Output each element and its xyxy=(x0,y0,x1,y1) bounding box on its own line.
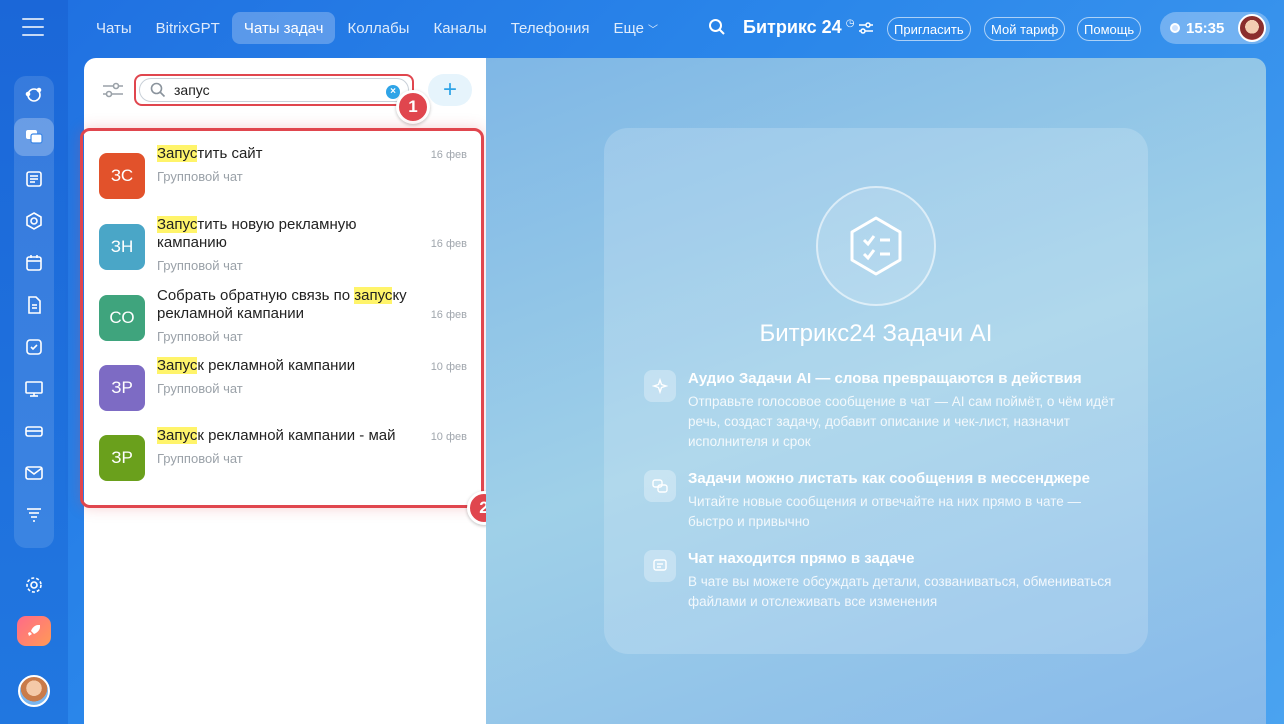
brand-logo: Битрикс 24 ◷ xyxy=(743,17,874,38)
rocket-button[interactable] xyxy=(14,612,54,650)
chat-title: Запуск рекламной кампании xyxy=(157,357,419,375)
chat-type: Групповой чат xyxy=(157,451,243,466)
chat-title-rest: к рекламной кампании - май xyxy=(197,427,396,444)
chat-bubbles-icon xyxy=(644,470,676,502)
feature-text: Читайте новые сообщения и отвечайте на н… xyxy=(688,494,1082,529)
list-item[interactable]: ЗР Запуск рекламной кампании - май Групп… xyxy=(99,427,469,493)
my-tariff-button[interactable]: Мой тариф xyxy=(984,17,1066,41)
brand-clock-icon: ◷ xyxy=(845,18,855,29)
document-icon[interactable] xyxy=(14,286,54,324)
messenger-icon[interactable] xyxy=(14,118,54,156)
chat-date: 10 фев xyxy=(430,431,467,443)
top-navigation: Чаты BitrixGPT Чаты задач Коллабы Каналы… xyxy=(84,12,670,44)
storage-icon[interactable] xyxy=(14,412,54,450)
chat-date: 16 фев xyxy=(430,238,467,250)
match-highlight: Запус xyxy=(157,427,198,444)
news-icon[interactable] xyxy=(14,160,54,198)
brand-name: Битрикс 24 xyxy=(743,17,842,37)
hamburger-menu-icon[interactable] xyxy=(22,18,44,36)
chat-title: Собрать обратную связь по запуску реклам… xyxy=(157,287,419,323)
chat-title-pre: Собрать обратную связь по xyxy=(157,287,355,304)
tab-bitrixgpt[interactable]: BitrixGPT xyxy=(144,12,232,44)
tab-task-chats[interactable]: Чаты задач xyxy=(231,12,336,44)
worktime-time: 15:35 xyxy=(1186,19,1225,37)
worktime-status-icon xyxy=(1170,23,1180,33)
profile-avatar[interactable] xyxy=(14,672,54,710)
step-badge-1: 1 xyxy=(396,90,430,124)
feature-title: Аудио Задачи AI — слова превращаются в д… xyxy=(688,370,1082,387)
rail-icon-group xyxy=(14,76,54,548)
tasks-check-icon[interactable] xyxy=(14,328,54,366)
sliders-icon[interactable] xyxy=(858,21,874,35)
search-input[interactable]: запус × xyxy=(139,78,409,102)
chat-title-rest: тить сайт xyxy=(197,145,263,162)
add-chat-button[interactable]: + xyxy=(428,74,472,106)
search-value: запус xyxy=(174,82,210,98)
search-icon xyxy=(150,82,166,98)
chevron-down-icon: ﹀ xyxy=(647,24,658,36)
search-results-list: ЗС Запустить сайт Групповой чат 16 фев З… xyxy=(80,128,484,508)
feed-icon[interactable] xyxy=(14,76,54,114)
tab-channels[interactable]: Каналы xyxy=(421,12,498,44)
help-button[interactable]: Помощь xyxy=(1077,17,1142,41)
chat-avatar: ЗС xyxy=(99,153,145,199)
chat-type: Групповой чат xyxy=(157,258,243,273)
chat-list-panel: запус × + 1 ЗС Запустить сайт Групповой … xyxy=(80,58,501,724)
chat-type: Групповой чат xyxy=(157,329,243,344)
empty-state-area: Битрикс24 Задачи AI Аудио Задачи AI — сл… xyxy=(486,58,1266,724)
tab-chats[interactable]: Чаты xyxy=(84,12,144,44)
filter-sliders-icon[interactable] xyxy=(102,80,124,105)
left-rail xyxy=(0,0,68,724)
feature-text: В чате вы можете обсуждать детали, созва… xyxy=(688,574,1112,609)
chat-title-rest: к рекламной кампании xyxy=(197,357,356,374)
chat-type: Групповой чат xyxy=(157,381,243,396)
settings-gear-icon[interactable] xyxy=(14,566,54,604)
tab-more[interactable]: Еще ﹀ xyxy=(601,12,670,44)
funnel-icon[interactable] xyxy=(14,496,54,534)
tab-collabs[interactable]: Коллабы xyxy=(335,12,421,44)
list-item[interactable]: СО Собрать обратную связь по запуску рек… xyxy=(99,287,469,353)
avatar xyxy=(18,675,50,707)
chat-date: 16 фев xyxy=(430,149,467,161)
feature-title: Задачи можно листать как сообщения в мес… xyxy=(688,470,1090,487)
calendar-icon[interactable] xyxy=(14,244,54,282)
global-search-icon[interactable] xyxy=(708,18,726,41)
collab-hex-icon[interactable] xyxy=(14,202,54,240)
chat-avatar: СО xyxy=(99,295,145,341)
feature-title: Чат находится прямо в задаче xyxy=(688,550,915,567)
match-highlight: Запус xyxy=(157,145,198,162)
mail-icon[interactable] xyxy=(14,454,54,492)
chat-title: Запуск рекламной кампании - май xyxy=(157,427,419,445)
promo-card: Битрикс24 Задачи AI Аудио Задачи AI — сл… xyxy=(604,128,1148,654)
list-item[interactable]: ЗС Запустить сайт Групповой чат 16 фев xyxy=(99,145,469,211)
tab-telephony[interactable]: Телефония xyxy=(499,12,602,44)
message-icon xyxy=(644,550,676,582)
search-highlight-frame: запус × xyxy=(134,74,414,106)
invite-button[interactable]: Пригласить xyxy=(887,17,971,41)
tab-more-label: Еще xyxy=(613,19,644,37)
chat-title: Запустить новую рекламную кампанию xyxy=(157,216,419,252)
promo-title: Битрикс24 Задачи AI xyxy=(759,320,993,347)
chat-type: Групповой чат xyxy=(157,169,243,184)
chat-avatar: ЗР xyxy=(99,365,145,411)
worktime-widget[interactable]: 15:35 xyxy=(1160,12,1270,44)
chat-date: 10 фев xyxy=(430,361,467,373)
match-highlight: Запус xyxy=(157,216,198,233)
chat-title: Запустить сайт xyxy=(157,145,419,163)
chat-avatar: ЗН xyxy=(99,224,145,270)
list-item[interactable]: ЗР Запуск рекламной кампании Групповой ч… xyxy=(99,357,469,423)
list-item[interactable]: ЗН Запустить новую рекламную кампанию Гр… xyxy=(99,216,469,282)
feature-text: Отправьте голосовое сообщение в чат — AI… xyxy=(688,394,1115,449)
user-avatar[interactable] xyxy=(1238,14,1266,42)
chat-avatar: ЗР xyxy=(99,435,145,481)
sparkle-icon xyxy=(644,370,676,402)
board-icon[interactable] xyxy=(14,370,54,408)
rocket-icon xyxy=(17,616,51,646)
tasks-ai-logo-icon xyxy=(816,186,936,306)
chat-date: 16 фев xyxy=(430,309,467,321)
match-highlight: Запус xyxy=(157,357,198,374)
match-highlight: запус xyxy=(354,287,393,304)
plus-icon: + xyxy=(442,76,457,103)
